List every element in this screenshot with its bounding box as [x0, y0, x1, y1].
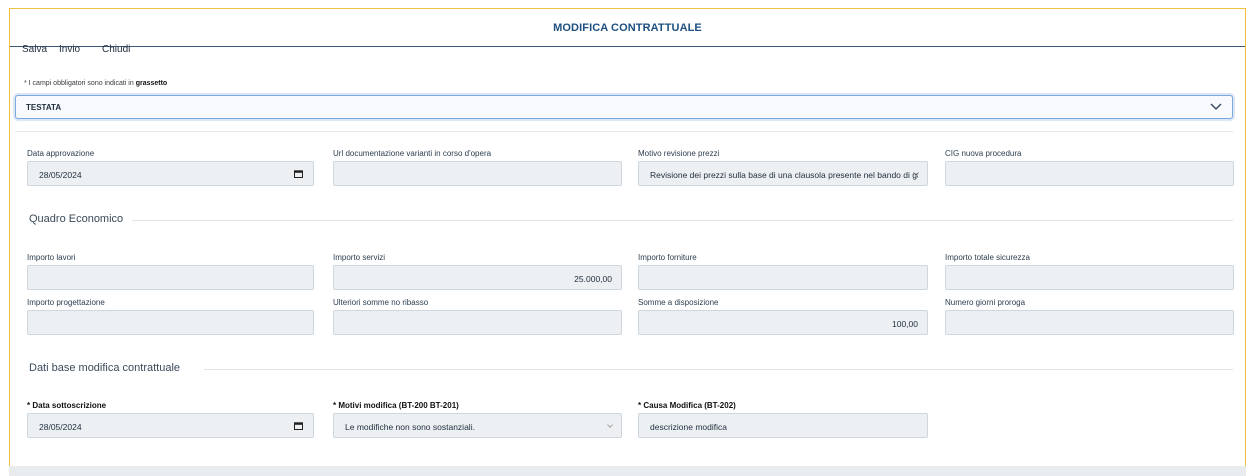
divider	[15, 131, 1233, 132]
data-sottoscrizione-input[interactable]: 28/05/2024	[27, 413, 314, 438]
data-approvazione-value: 28/05/2024	[39, 170, 82, 180]
importo-lavori-label: Importo lavori	[27, 253, 76, 262]
importo-lavori-input[interactable]	[27, 265, 314, 290]
required-fields-note: * I campi obbligatori sono indicati in g…	[24, 80, 167, 87]
calendar-icon[interactable]	[294, 422, 303, 430]
motivi-modifica-select[interactable]: Le modifiche non sono sostanziali.	[333, 413, 622, 438]
dropdown-chevron-icon	[607, 424, 613, 428]
somme-disposizione-value: 100,00	[892, 319, 918, 329]
motivo-revisione-select[interactable]: Revisione dei prezzi sulla base di una c…	[638, 161, 928, 186]
importo-sicurezza-input[interactable]	[945, 265, 1234, 290]
causa-modifica-input[interactable]: descrizione modifica	[638, 413, 928, 438]
close-button[interactable]: Chiudi	[102, 44, 130, 55]
importo-servizi-input[interactable]: 25.000,00	[333, 265, 622, 290]
send-button[interactable]: Invio	[59, 44, 80, 55]
motivo-revisione-value: Revisione dei prezzi sulla base di una c…	[650, 170, 918, 180]
quadro-economico-section: Quadro Economico	[29, 213, 1233, 227]
accordion-testata[interactable]: TESTATA	[15, 95, 1233, 119]
chevron-down-icon[interactable]	[1208, 98, 1224, 114]
url-doc-input[interactable]	[333, 161, 622, 186]
motivo-revisione-label: Motivo revisione prezzi	[638, 149, 720, 158]
importo-sicurezza-label: Importo totale sicurezza	[945, 253, 1030, 262]
data-approvazione-input[interactable]: 28/05/2024	[27, 161, 314, 186]
giorni-proroga-input[interactable]	[945, 310, 1234, 335]
ulteriori-somme-input[interactable]	[333, 310, 622, 335]
cig-input[interactable]	[945, 161, 1234, 186]
causa-modifica-label: * Causa Modifica (BT-202)	[638, 401, 736, 410]
dropdown-chevron-icon	[913, 172, 919, 176]
data-sottoscrizione-value: 28/05/2024	[39, 422, 82, 432]
note-bold-text: grassetto	[135, 80, 168, 87]
section-divider	[204, 369, 1233, 370]
note-text: * I campi obbligatori sono indicati in	[24, 80, 134, 87]
ulteriori-somme-label: Ulteriori somme no ribasso	[333, 298, 429, 307]
data-approvazione-label: Data approvazione	[27, 149, 95, 158]
causa-modifica-value: descrizione modifica	[650, 422, 728, 432]
url-doc-label: Url documentazione varianti in corso d'o…	[333, 149, 492, 158]
modal-frame: MODIFICA CONTRATTUALE	[9, 8, 1246, 470]
giorni-proroga-label: Numero giorni proroga	[945, 298, 1026, 307]
save-button[interactable]: Salva	[22, 44, 47, 55]
accordion-label: TESTATA	[26, 103, 62, 112]
title-bar: MODIFICA CONTRATTUALE	[10, 9, 1245, 47]
importo-servizi-label: Importo servizi	[333, 253, 386, 262]
importo-forniture-input[interactable]	[638, 265, 928, 290]
motivi-modifica-value: Le modifiche non sono sostanziali.	[345, 422, 475, 432]
importo-servizi-value: 25.000,00	[574, 274, 612, 284]
somme-disposizione-label: Somme a disposizione	[638, 298, 719, 307]
section-divider	[132, 220, 1233, 221]
calendar-icon[interactable]	[294, 170, 303, 178]
dati-base-section: Dati base modifica contrattuale	[29, 362, 1233, 376]
section-title-quadro: Quadro Economico	[29, 213, 124, 225]
data-sottoscrizione-label: * Data sottoscrizione	[27, 401, 107, 410]
motivi-modifica-label: * Motivi modifica (BT-200 BT-201)	[333, 401, 459, 410]
bottom-scroll-area	[9, 466, 1246, 476]
section-title-dati-base: Dati base modifica contrattuale	[29, 362, 181, 374]
importo-forniture-label: Importo forniture	[638, 253, 697, 262]
cig-label: CIG nuova procedura	[945, 149, 1022, 158]
importo-progettazione-label: Importo progettazione	[27, 298, 105, 307]
somme-disposizione-input[interactable]: 100,00	[638, 310, 928, 335]
window-title: MODIFICA CONTRATTUALE	[553, 22, 702, 34]
importo-progettazione-input[interactable]	[27, 310, 314, 335]
